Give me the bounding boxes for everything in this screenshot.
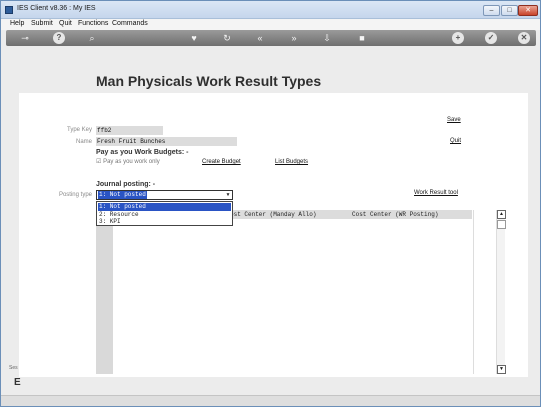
menu-bar: Help Submit Quit Functions Commands	[1, 19, 540, 30]
work-result-tool-link[interactable]: Work Result tool	[414, 190, 458, 196]
posting-type-dropdown: 1: Not posted 2: Resource 3: KPI	[96, 201, 233, 226]
pay-as-you-work-checkbox[interactable]: ☑ Pay as you work only	[96, 158, 160, 165]
type-key-field[interactable]: ffb2	[96, 126, 163, 135]
title-bar[interactable]: IES Client v8.36 : My IES – □ ✕	[1, 1, 540, 19]
close-icon[interactable]: ✕	[518, 32, 530, 44]
menu-submit[interactable]: Submit	[31, 20, 53, 27]
menu-functions[interactable]: Functions	[78, 20, 108, 27]
check-icon[interactable]: ✓	[485, 32, 497, 44]
pay-as-you-work-heading: Pay as you Work Budgets: -	[96, 149, 189, 156]
grid-divider	[473, 210, 474, 374]
maximize-button[interactable]: □	[501, 5, 518, 16]
vertical-scrollbar[interactable]: ▲ ▼	[496, 210, 506, 374]
scroll-down-icon[interactable]: ▼	[497, 365, 506, 374]
name-field[interactable]: Fresh Fruit Bunches	[96, 137, 237, 146]
name-label: Name	[75, 139, 92, 145]
search-icon[interactable]: ⌕	[86, 32, 98, 44]
posting-type-label: Posting type	[58, 192, 92, 198]
side-panel-fragment: Ses	[9, 365, 18, 371]
menu-commands[interactable]: Commands	[112, 20, 148, 27]
side-panel-fragment-letter: E	[14, 377, 21, 388]
app-icon	[5, 6, 13, 14]
rewind-icon[interactable]: «	[254, 32, 266, 44]
import-icon[interactable]: ⇩	[321, 32, 333, 44]
help-icon[interactable]: ?	[53, 32, 65, 44]
create-budget-link[interactable]: Create Budget	[202, 159, 241, 165]
status-bar	[1, 395, 540, 406]
chevron-down-icon[interactable]: ▼	[224, 191, 232, 199]
cost-center-grid: ost Center (Manday Allo) Cost Center (WR…	[96, 210, 474, 374]
pay-as-you-work-checkbox-label: Pay as you work only	[103, 159, 160, 165]
grid-col-manday-alloc: ost Center (Manday Allo)	[230, 211, 317, 218]
posting-type-value: 1: Not posted	[98, 191, 147, 199]
minimize-button[interactable]: –	[483, 5, 500, 16]
posting-type-select[interactable]: 1: Not posted ▼	[96, 190, 233, 200]
checkbox-checked-icon: ☑	[96, 159, 102, 165]
stop-icon[interactable]: ■	[356, 32, 368, 44]
scroll-thumb[interactable]	[497, 220, 506, 229]
journal-posting-heading: Journal posting: -	[96, 181, 156, 188]
window-title: IES Client v8.36 : My IES	[17, 5, 96, 12]
header-band: Man Physicals Work Result Types	[19, 51, 528, 93]
dropdown-option-kpi[interactable]: 3: KPI	[98, 218, 231, 226]
menu-quit[interactable]: Quit	[59, 20, 72, 27]
menu-help[interactable]: Help	[10, 20, 24, 27]
list-budgets-link[interactable]: List Budgets	[275, 159, 308, 165]
quit-link[interactable]: Quit	[450, 138, 461, 144]
grid-row-selector[interactable]	[96, 219, 113, 374]
save-link[interactable]: Save	[447, 117, 461, 123]
grid-col-wr-posting: Cost Center (WR Posting)	[352, 211, 439, 218]
page-title: Man Physicals Work Result Types	[96, 73, 322, 89]
key-icon[interactable]: ⊸	[14, 32, 36, 44]
refresh-icon[interactable]: ↻	[221, 32, 233, 44]
heart-icon[interactable]: ♥	[188, 32, 200, 44]
close-window-button[interactable]: ✕	[518, 5, 538, 16]
type-key-label: Type Key	[66, 127, 92, 133]
plus-icon[interactable]: +	[452, 32, 464, 44]
toolbar: ⊸ ? ⌕ ♥ ↻ « » ⇩ ■ + ✓ ✕	[6, 30, 536, 46]
form-panel: Man Physicals Work Result Types Type Key…	[19, 51, 528, 377]
dropdown-option-not-posted[interactable]: 1: Not posted	[98, 203, 231, 211]
scroll-up-icon[interactable]: ▲	[497, 210, 506, 219]
app-window: IES Client v8.36 : My IES – □ ✕ Help Sub…	[0, 0, 541, 407]
fast-forward-icon[interactable]: »	[288, 32, 300, 44]
